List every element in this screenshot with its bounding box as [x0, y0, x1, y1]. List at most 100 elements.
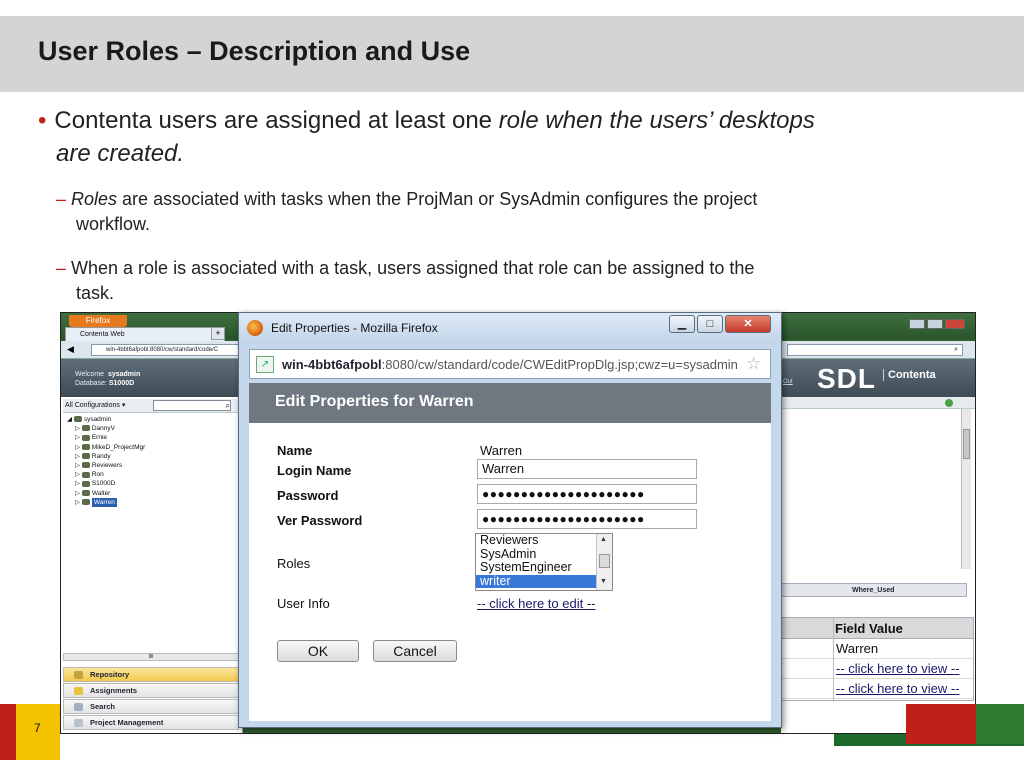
sub-bullet-roles: – Roles are associated with tasks when t… [56, 187, 976, 237]
tree-node[interactable]: ▷ DannyV [67, 424, 237, 433]
roles-listbox[interactable]: Reviewers SysAdmin SystemEngineer writer… [475, 533, 613, 591]
group-icon [73, 416, 82, 423]
address-bar[interactable]: win-4bbt6afpobl:8080/cw/standard/code/C [91, 344, 241, 356]
user-info-label: User Info [277, 596, 330, 611]
maximize-icon[interactable] [927, 319, 943, 329]
right-pane-toolbar [781, 397, 975, 409]
login-name-label: Login Name [277, 463, 352, 478]
tree-node[interactable]: ▷ S1000D [67, 479, 237, 488]
nav-search[interactable]: Search [63, 699, 239, 714]
view-link[interactable]: -- click here to view -- [836, 681, 960, 696]
page-number: 7 [34, 721, 41, 735]
user-icon [81, 453, 90, 460]
tree-node[interactable]: ▷ Ron [67, 470, 237, 479]
nav-assignments[interactable]: Assignments [63, 683, 239, 698]
welcome-label: Welcome [75, 371, 105, 378]
configuration-row: All Configurations ▾ ⌕ [63, 399, 239, 413]
dialog-window-title: Edit Properties - Mozilla Firefox [271, 321, 438, 335]
dash: – [56, 258, 72, 278]
sdl-logo: SDL [817, 363, 876, 394]
scrollbar-thumb[interactable] [963, 429, 970, 459]
nav-project-management[interactable]: Project Management [63, 715, 239, 730]
user-icon [81, 434, 90, 441]
tree-node-selected[interactable]: ▷ Warren [67, 497, 237, 508]
login-name-input[interactable]: Warren [477, 459, 697, 479]
ver-password-input[interactable]: ●●●●●●●●●●●●●●●●●●●●● [477, 509, 697, 529]
user-tree: ◢ sysadmin ▷ DannyV ▷ Ernie ▷ MikeD_Proj… [67, 415, 237, 508]
roles-option[interactable]: Reviewers [476, 534, 612, 548]
repository-icon [74, 671, 83, 679]
tree-node[interactable]: ▷ Walter [67, 489, 237, 498]
roles-option-selected[interactable]: writer [476, 574, 612, 588]
main-bullet-text: Contenta users are assigned at least one [54, 107, 499, 134]
sub-bullet-task-cont: task. [76, 283, 115, 303]
search-icon: ⌕ [954, 346, 958, 353]
maximize-icon[interactable]: □ [697, 315, 723, 333]
roles-scrollbar[interactable]: ▲ ▼ [596, 534, 612, 590]
ok-button[interactable]: OK [277, 640, 359, 662]
dialog-titlebar[interactable]: Edit Properties - Mozilla Firefox ▁ □ ✕ [239, 313, 781, 343]
table-cell: Warren [836, 641, 879, 656]
sub-bullet-task: – When a role is associated with a task,… [56, 256, 976, 306]
close-icon[interactable] [945, 319, 965, 329]
dialog-url: win-4bbt6afpobl:8080/cw/standard/code/CW… [282, 357, 738, 372]
cancel-button[interactable]: Cancel [373, 640, 457, 662]
user-icon [81, 499, 90, 506]
tree-node[interactable]: ▷ MikeD_ProjectMgr [67, 443, 237, 452]
tree-node[interactable]: ▷ Ernie [67, 433, 237, 442]
project-icon [74, 719, 83, 727]
close-icon[interactable]: ✕ [725, 315, 771, 333]
column-header-where-used[interactable]: Where_Used [781, 583, 967, 597]
main-bullet-italic-cont: are created. [56, 140, 185, 167]
dialog-url-bar[interactable]: ↗ win-4bbt6afpobl:8080/cw/standard/code/… [249, 349, 771, 379]
dialog-body: Edit Properties for Warren Name Warren L… [249, 383, 771, 721]
browser-tab[interactable]: Contenta Web [65, 327, 225, 341]
database-value: S1000D [108, 380, 135, 387]
new-tab-button[interactable]: + [211, 327, 225, 340]
user-info-edit-link[interactable]: -- click here to edit -- [477, 596, 595, 611]
column-divider [833, 618, 834, 702]
roles-label: Roles [277, 556, 311, 571]
role-icon [81, 462, 90, 469]
scroll-up-icon[interactable]: ▲ [600, 536, 607, 543]
firefox-icon [247, 320, 263, 336]
logout-link[interactable]: Out [783, 379, 793, 385]
search-icon: ⌕ [225, 401, 230, 410]
contenta-logo: Contenta [883, 369, 936, 381]
vertical-scrollbar[interactable] [961, 409, 971, 569]
horizontal-scrollbar[interactable]: ‖‖ [63, 653, 239, 661]
minimize-icon[interactable] [909, 319, 925, 329]
user-icon [81, 471, 90, 478]
view-link[interactable]: -- click here to view -- [836, 661, 960, 676]
status-icon[interactable] [945, 399, 953, 407]
tree-node[interactable]: ▷ Reviewers [67, 461, 237, 470]
sub-bullet-task-text: When a role is associated with a task, u… [71, 258, 755, 278]
search-icon [74, 703, 83, 711]
minimize-icon[interactable]: ▁ [669, 315, 695, 333]
user-icon [81, 443, 90, 450]
dialog-window-controls: ▁ □ ✕ [669, 315, 775, 335]
welcome-user: sysadmin [107, 371, 141, 378]
sub-bullet-roles-italic: Roles [71, 189, 118, 209]
configuration-search-input[interactable]: ⌕ [153, 400, 231, 411]
back-icon[interactable]: ◀ [67, 344, 74, 355]
tree-node[interactable]: ▷ Randy [67, 452, 237, 461]
nav-repository[interactable]: Repository [63, 667, 239, 682]
roles-option[interactable]: SysAdmin [476, 547, 612, 562]
site-identity-icon[interactable]: ↗ [256, 356, 274, 373]
bullet-dot: • [38, 107, 47, 134]
configuration-select[interactable]: All Configurations ▾ [65, 401, 125, 409]
tree-node[interactable]: ◢ sysadmin [67, 415, 237, 424]
sub-bullet-roles-cont: workflow. [76, 214, 151, 234]
slide-title: User Roles – Description and Use [38, 36, 471, 66]
scroll-down-icon[interactable]: ▼ [600, 578, 607, 585]
assignments-icon [74, 687, 83, 695]
search-bar[interactable]: ⌕ [787, 344, 963, 356]
bookmark-star-icon[interactable]: ☆ [746, 354, 761, 374]
firefox-menu-button[interactable]: Firefox [69, 315, 127, 327]
footer-green-block [976, 704, 1024, 744]
database-label: Database: [75, 380, 107, 387]
scrollbar-thumb[interactable] [599, 554, 610, 568]
roles-option[interactable]: SystemEngineer [476, 561, 612, 575]
password-input[interactable]: ●●●●●●●●●●●●●●●●●●●●● [477, 484, 697, 504]
